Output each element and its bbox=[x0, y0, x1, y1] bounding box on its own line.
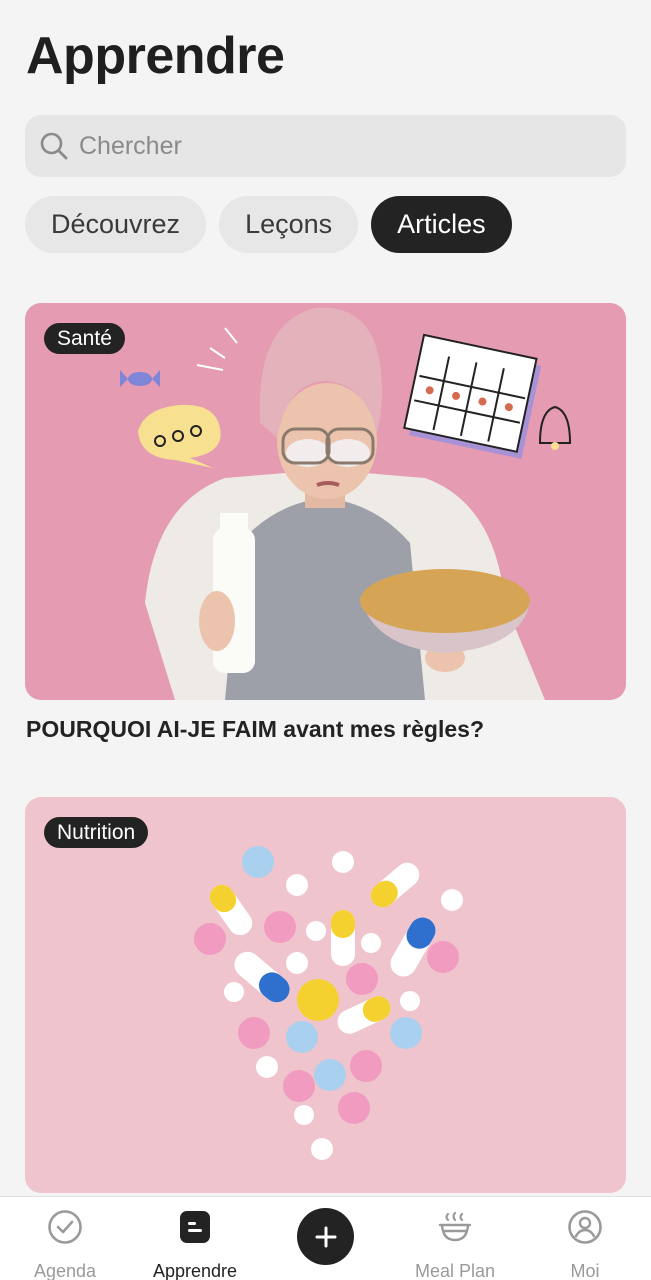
add-button[interactable] bbox=[297, 1208, 354, 1265]
page-title: Apprendre bbox=[26, 27, 285, 85]
article-card[interactable]: Santé bbox=[25, 303, 626, 700]
nav-item-meal-plan[interactable]: Meal Plan bbox=[390, 1207, 520, 1280]
check-circle-icon bbox=[48, 1210, 82, 1244]
nav-label: Meal Plan bbox=[414, 1261, 496, 1280]
article-card[interactable]: Nutrition bbox=[25, 797, 626, 1193]
category-tag: Nutrition bbox=[44, 817, 149, 848]
tab-decouvrez[interactable]: Découvrez bbox=[25, 196, 207, 253]
nav-item-moi[interactable]: Moi bbox=[520, 1207, 650, 1280]
bowl-icon bbox=[438, 1211, 472, 1242]
nav-item-agenda[interactable]: Agenda bbox=[0, 1207, 130, 1280]
nav-label: Moi bbox=[570, 1261, 600, 1280]
plus-icon bbox=[315, 1226, 336, 1247]
tab-articles[interactable]: Articles bbox=[371, 196, 512, 253]
article-image bbox=[194, 846, 463, 1160]
nav-label: Agenda bbox=[33, 1261, 97, 1280]
nav-item-apprendre[interactable]: Apprendre bbox=[130, 1207, 260, 1280]
article-title[interactable]: POURQUOI AI-JE FAIM avant mes règles? bbox=[26, 716, 484, 743]
nav-label: Apprendre bbox=[152, 1261, 238, 1280]
article-image bbox=[120, 307, 572, 700]
tab-lecons[interactable]: Leçons bbox=[219, 196, 359, 253]
user-icon bbox=[568, 1210, 602, 1244]
category-tag: Santé bbox=[44, 323, 125, 354]
bottom-nav: Agenda Apprendre Meal Plan Moi bbox=[0, 1196, 651, 1280]
search-bar[interactable] bbox=[25, 115, 626, 177]
learn-icon bbox=[180, 1211, 210, 1243]
tab-bar: Découvrez Leçons Articles bbox=[25, 196, 512, 253]
search-input[interactable] bbox=[79, 131, 599, 161]
search-icon bbox=[40, 132, 68, 160]
